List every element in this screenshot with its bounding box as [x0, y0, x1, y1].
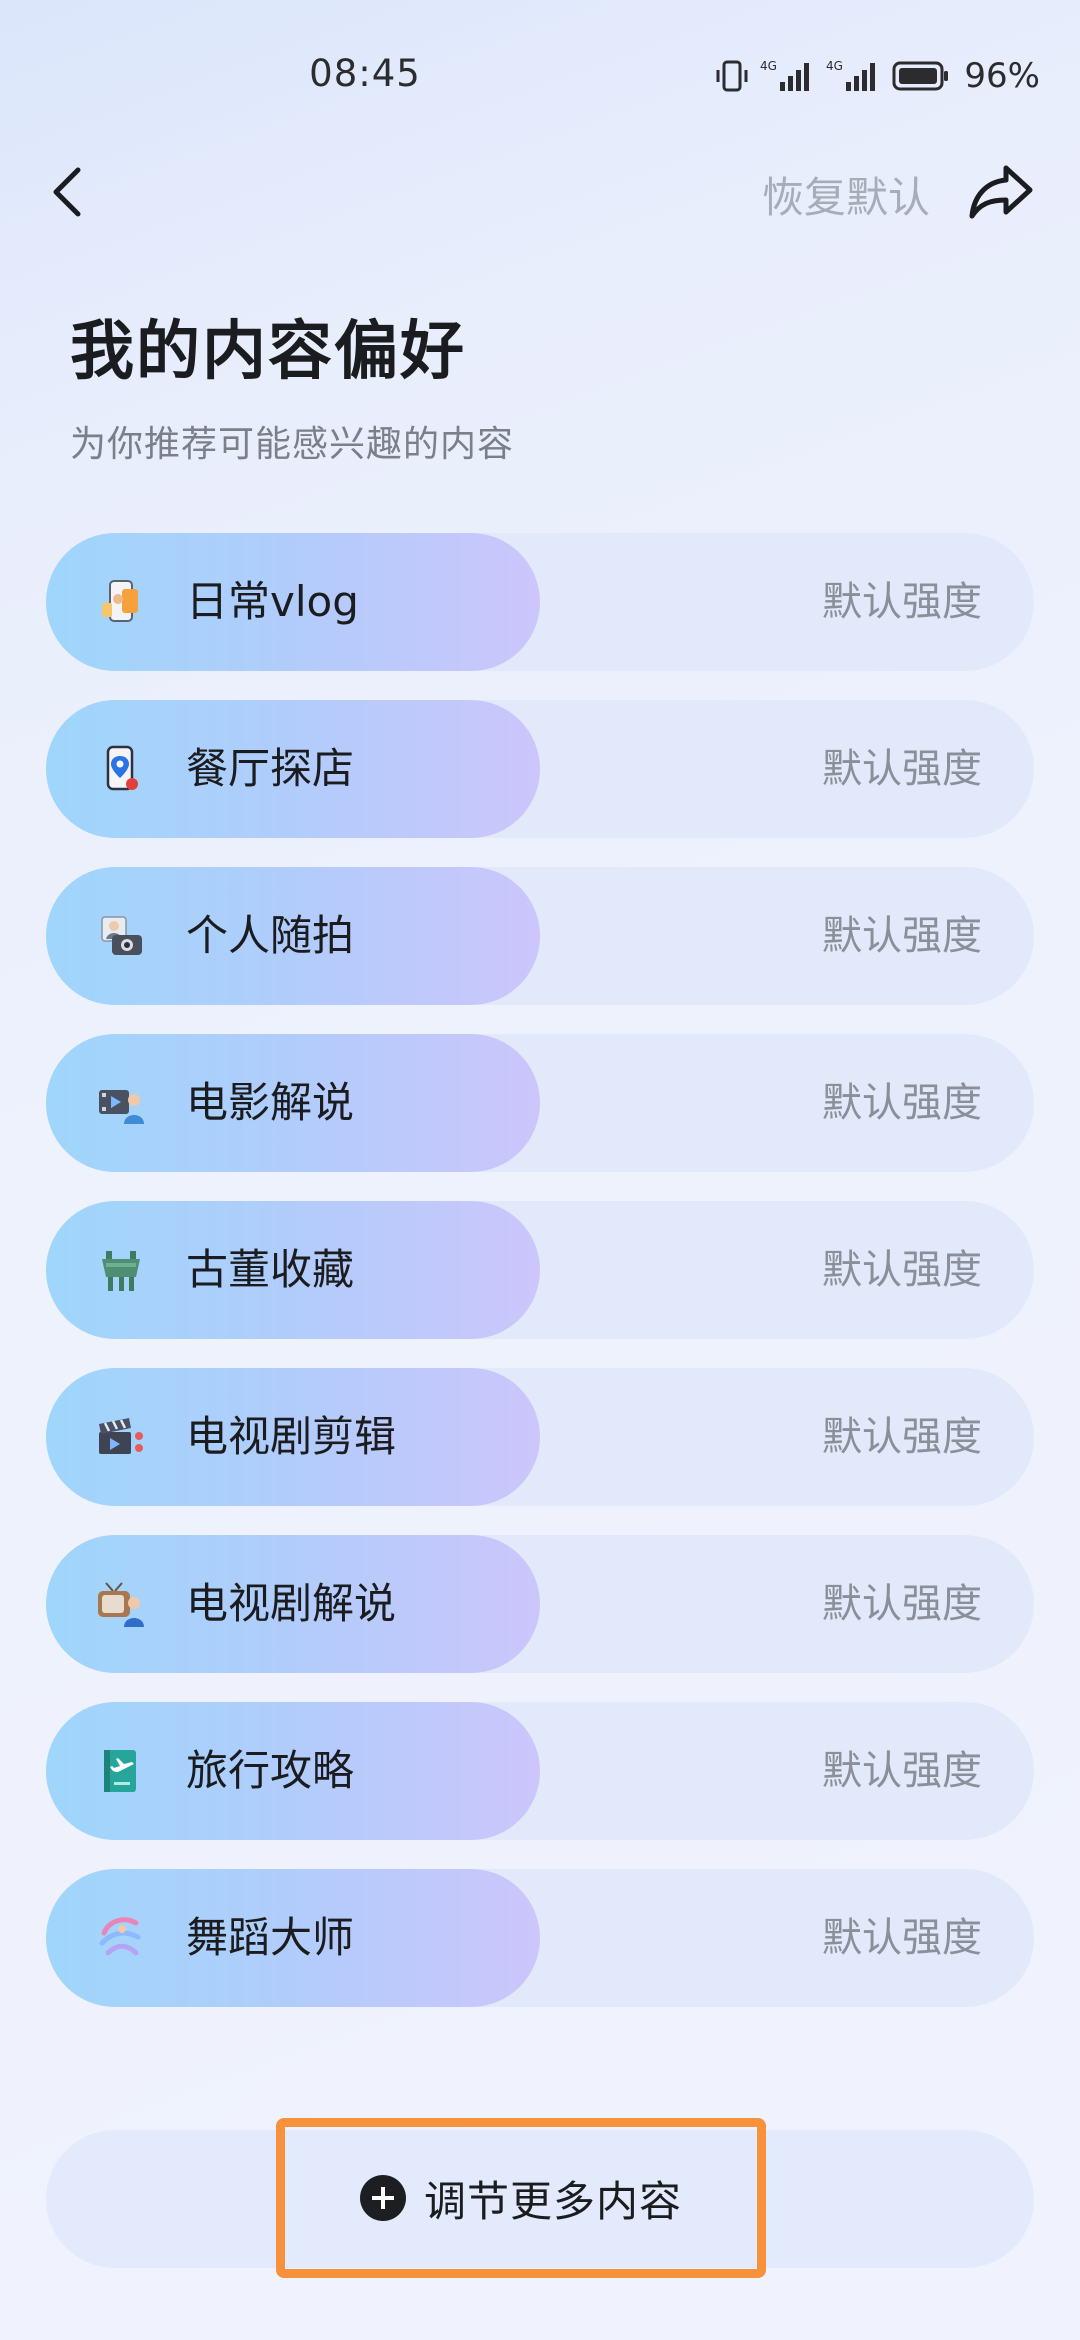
share-button[interactable]	[966, 160, 1036, 224]
back-button[interactable]	[40, 162, 100, 222]
film-presenter-icon	[96, 1078, 146, 1128]
preference-label: 电视剧剪辑	[186, 1412, 397, 1461]
top-navigation: 恢复默认	[0, 150, 1080, 230]
phone-vlog-icon	[96, 577, 146, 627]
preference-level: 默认强度	[822, 1414, 982, 1460]
preference-label: 旅行攻略	[186, 1746, 355, 1795]
preference-level: 默认强度	[822, 1581, 982, 1627]
signal-4g-icon: 4G	[760, 58, 816, 94]
preference-row[interactable]: 电影解说 默认强度	[46, 1034, 1034, 1172]
svg-text:4G: 4G	[760, 59, 777, 73]
preference-level: 默认强度	[822, 1080, 982, 1126]
preference-row[interactable]: 舞蹈大师 默认强度	[46, 1869, 1034, 2007]
preference-label: 电影解说	[186, 1078, 355, 1127]
status-bar: 08:45 4G 4G 96%	[0, 0, 1080, 150]
preference-label: 舞蹈大师	[186, 1913, 355, 1962]
adjust-more-content-button[interactable]: 调节更多内容	[276, 2118, 766, 2278]
preference-list: 日常vlog 默认强度 餐厅探店 默认强度 个人随拍 默认强度 电影解说 默认强…	[46, 533, 1034, 2036]
page-subtitle: 为你推荐可能感兴趣的内容	[70, 424, 515, 465]
preference-label: 电视剧解说	[186, 1579, 397, 1628]
svg-text:4G: 4G	[826, 59, 843, 73]
camera-portrait-icon	[96, 911, 146, 961]
bronze-vessel-icon	[96, 1245, 146, 1295]
vibrate-icon	[714, 58, 750, 94]
clapperboard-icon	[96, 1412, 146, 1462]
preference-label: 个人随拍	[186, 911, 355, 960]
battery-percent: 96%	[964, 56, 1040, 96]
preference-row[interactable]: 个人随拍 默认强度	[46, 867, 1034, 1005]
status-time: 08:45	[309, 52, 421, 95]
status-icons: 4G 4G 96%	[714, 56, 1040, 96]
preference-row[interactable]: 旅行攻略 默认强度	[46, 1702, 1034, 1840]
preference-label: 餐厅探店	[186, 744, 355, 793]
preference-row[interactable]: 古董收藏 默认强度	[46, 1201, 1034, 1339]
plus-circle-icon	[359, 2175, 406, 2221]
map-pin-phone-icon	[96, 744, 146, 794]
preference-level: 默认强度	[822, 579, 982, 625]
preference-row[interactable]: 电视剧剪辑 默认强度	[46, 1368, 1034, 1506]
dance-ribbon-icon	[96, 1913, 146, 1963]
preference-level: 默认强度	[822, 1915, 982, 1961]
chevron-left-icon	[53, 167, 81, 217]
share-icon	[969, 165, 1033, 219]
restore-default-button[interactable]: 恢复默认	[762, 164, 930, 225]
preference-level: 默认强度	[822, 746, 982, 792]
preference-label: 古董收藏	[186, 1245, 355, 1294]
travel-book-icon	[96, 1746, 146, 1796]
adjust-more-content-label: 调节更多内容	[423, 2176, 682, 2226]
preference-row[interactable]: 日常vlog 默认强度	[46, 533, 1034, 671]
preference-label: 日常vlog	[186, 577, 359, 626]
preference-level: 默认强度	[822, 1748, 982, 1794]
preference-level: 默认强度	[822, 913, 982, 959]
preference-row[interactable]: 餐厅探店 默认强度	[46, 700, 1034, 838]
battery-icon	[892, 60, 950, 92]
tv-presenter-icon	[96, 1579, 146, 1629]
signal-4g-icon: 4G	[826, 58, 882, 94]
page-title: 我的内容偏好	[70, 315, 466, 389]
preference-row[interactable]: 电视剧解说 默认强度	[46, 1535, 1034, 1673]
preference-level: 默认强度	[822, 1247, 982, 1293]
